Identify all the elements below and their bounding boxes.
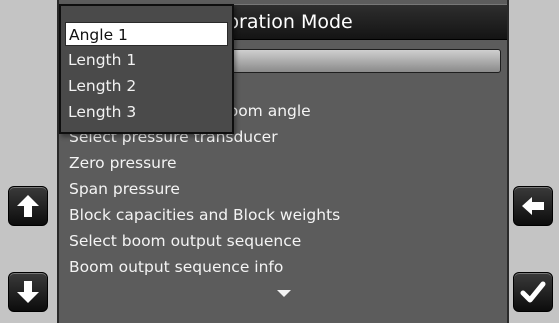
- back-arrow-icon: [522, 197, 544, 215]
- back-button[interactable]: [513, 186, 553, 226]
- checkmark-icon: [520, 281, 546, 303]
- scroll-up-button[interactable]: [8, 186, 48, 226]
- down-arrow-icon: [17, 281, 39, 303]
- dropdown-item-length-1[interactable]: Length 1: [65, 48, 228, 72]
- dropdown-item-angle-1[interactable]: Angle 1: [65, 22, 228, 46]
- menu-item-zero-pressure[interactable]: Zero pressure: [68, 150, 488, 176]
- menu-item-select-boom-output-sequence[interactable]: Select boom output sequence: [68, 228, 488, 254]
- dropdown-item-length-3[interactable]: Length 3: [65, 100, 228, 124]
- page-title: bration Mode: [227, 11, 353, 33]
- dropdown-item-length-2[interactable]: Length 2: [65, 74, 228, 98]
- parameter-dropdown: Angle 1 Length 1 Length 2 Length 3: [59, 4, 234, 134]
- menu-item-boom-output-sequence-info[interactable]: Boom output sequence info: [68, 254, 488, 280]
- scroll-down-indicator-icon: [277, 290, 291, 297]
- menu-item-span-pressure[interactable]: Span pressure: [68, 176, 488, 202]
- menu-item-block-capacities[interactable]: Block capacities and Block weights: [68, 202, 488, 228]
- scroll-down-button[interactable]: [8, 272, 48, 312]
- up-arrow-icon: [17, 195, 39, 217]
- confirm-button[interactable]: [513, 272, 553, 312]
